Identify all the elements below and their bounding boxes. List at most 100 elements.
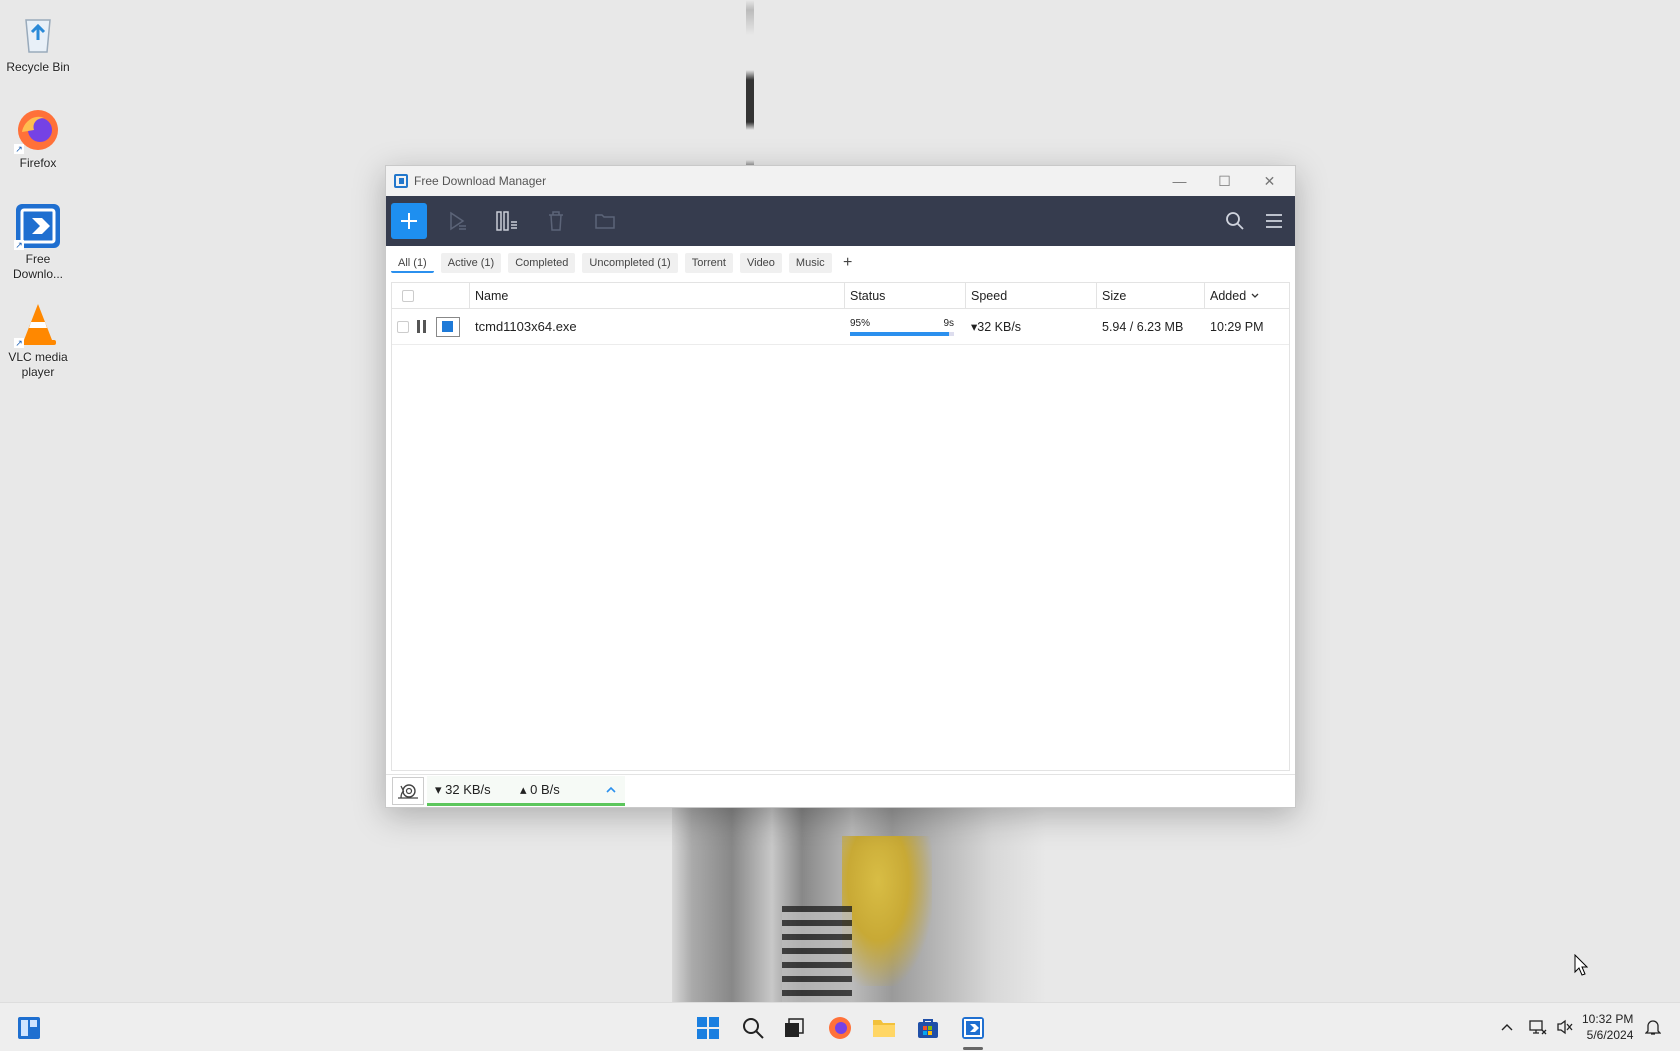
desktop-icon-label: Free Downlo... <box>12 252 64 281</box>
widgets-icon <box>18 1017 40 1039</box>
close-button[interactable]: ✕ <box>1247 166 1292 196</box>
total-download-speed: ▾ 32 KB/s <box>435 781 491 797</box>
total-upload-speed: ▴ 0 B/s <box>520 781 560 797</box>
wallpaper-image <box>672 806 1046 1002</box>
pause-icon <box>496 211 517 231</box>
maximize-button[interactable]: ☐ <box>1202 166 1247 196</box>
taskbar-store[interactable] <box>915 1015 941 1041</box>
progress-percent: 95% <box>850 317 871 329</box>
app-icon <box>394 174 408 188</box>
trash-icon <box>549 211 563 231</box>
clock-time: 10:32 PM <box>1582 1012 1634 1026</box>
filter-completed[interactable]: Completed <box>508 253 576 273</box>
firefox-icon: ↗ <box>14 106 62 154</box>
clock-date: 5/6/2024 <box>1586 1028 1634 1042</box>
menu-button[interactable] <box>1256 203 1292 239</box>
select-all-checkbox[interactable] <box>402 289 414 302</box>
speed-summary[interactable]: ▾ 32 KB/s ▴ 0 B/s <box>427 776 625 806</box>
plus-icon <box>401 213 417 229</box>
column-status[interactable]: Status <box>845 283 966 308</box>
store-icon <box>918 1019 938 1038</box>
recycle-bin-icon <box>14 10 62 58</box>
file-type-icon <box>436 316 460 337</box>
title-bar[interactable]: Free Download Manager — ☐ ✕ <box>386 166 1295 196</box>
column-name[interactable]: Name <box>470 283 845 308</box>
window-title: Free Download Manager <box>414 174 547 188</box>
play-icon <box>450 211 466 231</box>
desktop-icon-label: Firefox <box>19 156 57 170</box>
progress-bar <box>850 331 954 336</box>
search-icon <box>743 1018 764 1039</box>
mouse-cursor-icon <box>1574 954 1588 976</box>
system-clock[interactable]: 10:32 PM 5/6/2024 <box>1582 1011 1633 1043</box>
desktop-icon-vlc[interactable]: ↗ VLC media player <box>4 300 72 380</box>
added-time: 10:29 PM <box>1210 319 1264 334</box>
desktop-icon-recycle-bin[interactable]: Recycle Bin <box>4 10 72 75</box>
filter-tabs: All (1) Active (1) Completed Uncompleted… <box>386 246 1295 280</box>
free-download-manager-icon: ↗ <box>14 202 62 250</box>
desktop-icon-free-download-manager[interactable]: ↗ Free Downlo... <box>4 202 72 282</box>
filter-video[interactable]: Video <box>739 253 782 273</box>
add-filter-button[interactable]: + <box>839 254 857 272</box>
windows-icon <box>697 1017 719 1039</box>
filter-all[interactable]: All (1) <box>391 253 434 273</box>
vlc-icon: ↗ <box>14 300 62 348</box>
file-name: tcmd1103x64.exe <box>475 319 577 334</box>
toolbar <box>386 196 1295 246</box>
column-size[interactable]: Size <box>1097 283 1205 308</box>
column-added-label: Added <box>1210 288 1247 303</box>
taskbar-file-explorer[interactable] <box>871 1015 897 1041</box>
notification-bell-icon <box>1645 1020 1661 1035</box>
column-speed[interactable]: Speed <box>966 283 1097 308</box>
resume-button[interactable] <box>440 203 476 239</box>
pause-download-button[interactable] <box>417 320 426 333</box>
desktop-icon-label: Recycle Bin <box>6 60 70 74</box>
pause-all-button[interactable] <box>489 203 525 239</box>
column-added[interactable]: Added <box>1205 283 1289 308</box>
sort-desc-icon <box>1251 293 1259 298</box>
filter-active[interactable]: Active (1) <box>440 253 502 273</box>
free-download-manager-icon <box>962 1017 984 1039</box>
task-view-icon <box>785 1018 804 1037</box>
taskbar-firefox[interactable] <box>827 1015 853 1041</box>
wallpaper-strip <box>746 0 754 170</box>
filter-torrent[interactable]: Torrent <box>684 253 733 273</box>
desktop-icon-label: VLC media player <box>8 350 68 379</box>
folder-icon <box>873 1020 895 1037</box>
table-header: Name Status Speed Size Added <box>392 283 1289 309</box>
folder-icon <box>595 214 615 229</box>
network-status[interactable] <box>1529 1003 1547 1051</box>
network-icon <box>1529 1020 1547 1035</box>
delete-button[interactable] <box>538 203 574 239</box>
downloads-table: Name Status Speed Size Added tcmd1103x64… <box>391 282 1290 771</box>
taskbar-search-button[interactable] <box>740 1015 766 1041</box>
chevron-up-icon[interactable] <box>605 785 617 795</box>
show-hidden-icons-button[interactable] <box>1500 1003 1514 1051</box>
start-button[interactable] <box>695 1015 721 1041</box>
notifications-button[interactable] <box>1645 1003 1661 1051</box>
search-icon <box>1226 212 1244 230</box>
hamburger-icon <box>1266 214 1282 228</box>
row-checkbox[interactable] <box>397 320 409 333</box>
open-folder-button[interactable] <box>587 203 623 239</box>
task-view-button[interactable] <box>781 1015 807 1041</box>
time-remaining: 9s <box>943 317 954 329</box>
snail-icon <box>398 784 418 799</box>
table-row[interactable]: tcmd1103x64.exe 95% 9s ▾32 KB/s 5.94 / 6… <box>392 309 1289 345</box>
speed-limit-button[interactable] <box>392 777 424 805</box>
chevron-up-icon <box>1501 1024 1513 1031</box>
add-download-button[interactable] <box>391 203 427 239</box>
desktop-icon-firefox[interactable]: ↗ Firefox <box>4 106 72 171</box>
widgets-button[interactable] <box>16 1015 42 1041</box>
select-all-cell <box>392 283 470 308</box>
search-button[interactable] <box>1217 203 1253 239</box>
volume-status[interactable] <box>1556 1003 1574 1051</box>
minimize-button[interactable]: — <box>1157 166 1202 196</box>
speaker-muted-icon <box>1557 1019 1573 1035</box>
firefox-icon <box>829 1017 851 1039</box>
taskbar-free-download-manager[interactable] <box>960 1015 986 1041</box>
filter-music[interactable]: Music <box>788 253 832 273</box>
download-speed: ▾32 KB/s <box>971 320 1022 334</box>
file-size: 5.94 / 6.23 MB <box>1102 319 1184 334</box>
filter-uncompleted[interactable]: Uncompleted (1) <box>582 253 678 273</box>
